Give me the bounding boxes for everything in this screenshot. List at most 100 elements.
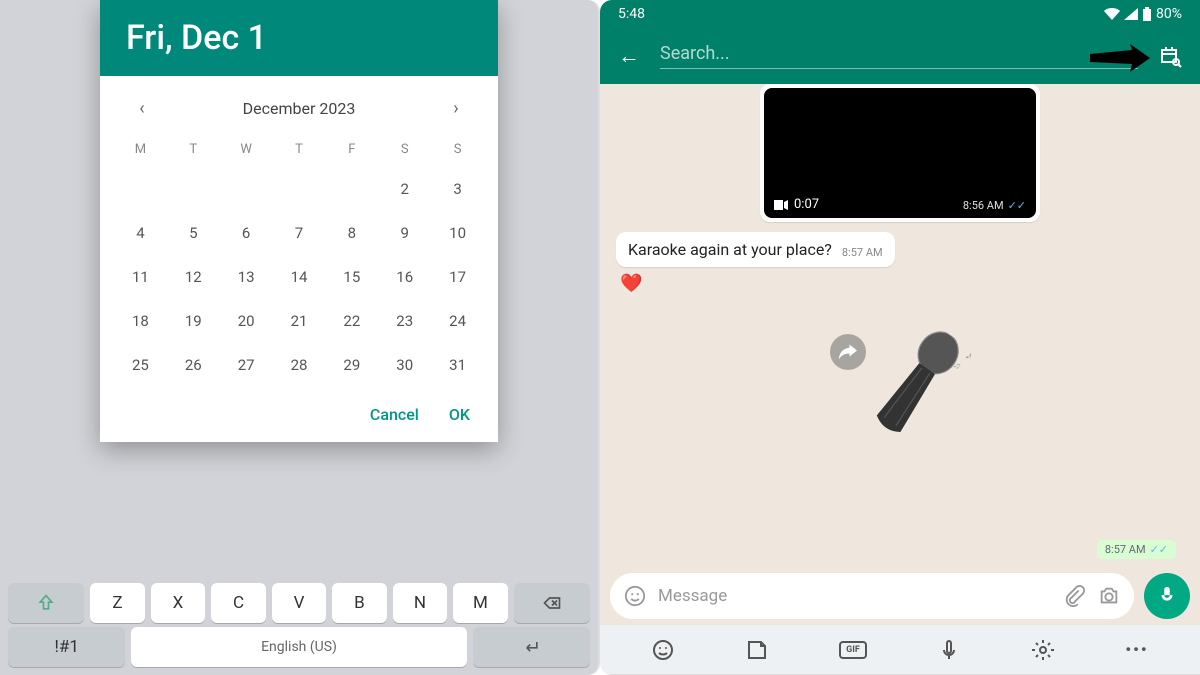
incoming-message[interactable]: Karaoke again at your place? 8:57 AM — [616, 232, 895, 267]
dow-label: T — [273, 131, 326, 167]
calendar-day[interactable]: 5 — [167, 211, 220, 255]
reaction-heart[interactable]: ❤️ — [620, 273, 1184, 294]
calendar-day[interactable]: 17 — [431, 255, 484, 299]
message-input-bar: Message — [600, 567, 1200, 625]
video-duration: 0:07 — [794, 197, 819, 212]
calendar-day[interactable]: 19 — [167, 299, 220, 343]
wifi-icon — [1104, 8, 1120, 20]
read-ticks-icon: ✓✓ — [1008, 199, 1026, 212]
calendar-day[interactable]: 13 — [220, 255, 273, 299]
calendar-search-icon[interactable] — [1158, 44, 1182, 68]
calendar-day — [114, 167, 167, 211]
calendar-day[interactable]: 18 — [114, 299, 167, 343]
dow-label: M — [114, 131, 167, 167]
chat-search-header: ← — [600, 28, 1200, 84]
key-x[interactable]: X — [151, 583, 205, 623]
video-timestamp: 8:56 AM — [963, 199, 1004, 212]
calendar-day[interactable]: 23 — [378, 299, 431, 343]
status-bar: 5:48 80% — [600, 0, 1200, 28]
calendar-day[interactable]: 12 — [167, 255, 220, 299]
backspace-key[interactable] — [514, 583, 590, 623]
battery-percent: 80% — [1156, 6, 1182, 22]
signal-icon — [1124, 8, 1138, 20]
calendar-day[interactable]: 3 — [431, 167, 484, 211]
next-month-button[interactable]: › — [444, 98, 468, 119]
calendar-day[interactable]: 2 — [378, 167, 431, 211]
calendar-day[interactable]: 21 — [273, 299, 326, 343]
voice-tab-icon[interactable] — [937, 638, 961, 662]
calendar-day[interactable]: 30 — [378, 343, 431, 387]
status-time: 5:48 — [618, 6, 645, 22]
key-c[interactable]: C — [211, 583, 265, 623]
emoji-tab-icon[interactable] — [651, 638, 675, 662]
calendar-day — [273, 167, 326, 211]
annotation-arrow — [1090, 44, 1150, 72]
calendar-day[interactable]: 31 — [431, 343, 484, 387]
calendar-grid: MTWTFSS 12345678910111213141516171819202… — [100, 131, 498, 393]
cancel-button[interactable]: Cancel — [370, 405, 419, 424]
calendar-day[interactable]: 7 — [273, 211, 326, 255]
read-ticks-icon: ✓✓ — [1150, 543, 1168, 556]
battery-icon — [1142, 7, 1152, 21]
forward-icon[interactable] — [830, 334, 866, 370]
dow-label: S — [378, 131, 431, 167]
dow-label: S — [431, 131, 484, 167]
key-b[interactable]: B — [332, 583, 386, 623]
calendar-day[interactable]: 22 — [325, 299, 378, 343]
more-tab-icon[interactable]: ••• — [1125, 638, 1149, 662]
calendar-day[interactable]: 26 — [167, 343, 220, 387]
attach-icon[interactable] — [1064, 585, 1086, 607]
symbols-key[interactable]: !#1 — [8, 627, 125, 667]
video-icon — [774, 200, 788, 210]
calendar-day[interactable]: 15 — [325, 255, 378, 299]
prev-month-button[interactable]: ‹ — [130, 98, 154, 119]
calendar-day[interactable]: 1 — [325, 167, 378, 211]
sticker-timestamp: 8:57 AM✓✓ — [1097, 540, 1176, 559]
calendar-day[interactable]: 14 — [273, 255, 326, 299]
calendar-day[interactable]: 8 — [325, 211, 378, 255]
gif-tab-icon[interactable]: GIF — [839, 641, 867, 659]
calendar-day[interactable]: 27 — [220, 343, 273, 387]
calendar-day[interactable]: 28 — [273, 343, 326, 387]
sticker-message[interactable]: ♪♫ — [616, 324, 1184, 448]
dow-label: W — [220, 131, 273, 167]
calendar-day[interactable]: 29 — [325, 343, 378, 387]
message-input[interactable]: Message — [658, 586, 1052, 606]
search-input[interactable] — [660, 43, 1138, 64]
back-button[interactable]: ← — [618, 43, 640, 69]
chat-body: 0:07 8:56 AM ✓✓ Karaoke again at your pla… — [600, 84, 1200, 567]
calendar-day[interactable]: 25 — [114, 343, 167, 387]
key-v[interactable]: V — [272, 583, 326, 623]
calendar-day — [167, 167, 220, 211]
calendar-day[interactable]: 6 — [220, 211, 273, 255]
emoji-icon[interactable] — [624, 585, 646, 607]
date-picker-header: Fri, Dec 1 — [100, 0, 498, 76]
shift-key[interactable] — [8, 583, 84, 623]
video-message[interactable]: 0:07 8:56 AM ✓✓ — [760, 84, 1040, 222]
month-year-label[interactable]: December 2023 — [243, 99, 356, 118]
keyboard-toolbar: GIF ••• — [600, 625, 1200, 675]
selected-date-label: Fri, Dec 1 — [126, 18, 472, 58]
microphone-sticker: ♪♫ — [843, 309, 988, 462]
calendar-day[interactable]: 4 — [114, 211, 167, 255]
camera-icon[interactable] — [1098, 585, 1120, 607]
settings-tab-icon[interactable] — [1031, 638, 1055, 662]
ok-button[interactable]: OK — [449, 405, 470, 424]
calendar-day[interactable]: 20 — [220, 299, 273, 343]
calendar-day — [220, 167, 273, 211]
message-timestamp: 8:57 AM — [842, 246, 883, 259]
key-m[interactable]: M — [453, 583, 507, 623]
calendar-day[interactable]: 9 — [378, 211, 431, 255]
voice-message-button[interactable] — [1144, 573, 1190, 619]
dow-label: T — [167, 131, 220, 167]
key-z[interactable]: Z — [90, 583, 144, 623]
calendar-day[interactable]: 11 — [114, 255, 167, 299]
calendar-day[interactable]: 24 — [431, 299, 484, 343]
space-key[interactable]: English (US) — [131, 627, 466, 667]
enter-key[interactable] — [473, 627, 590, 667]
calendar-day[interactable]: 10 — [431, 211, 484, 255]
calendar-day[interactable]: 16 — [378, 255, 431, 299]
key-n[interactable]: N — [393, 583, 447, 623]
message-text: Karaoke again at your place? — [628, 240, 832, 259]
sticker-tab-icon[interactable] — [745, 638, 769, 662]
